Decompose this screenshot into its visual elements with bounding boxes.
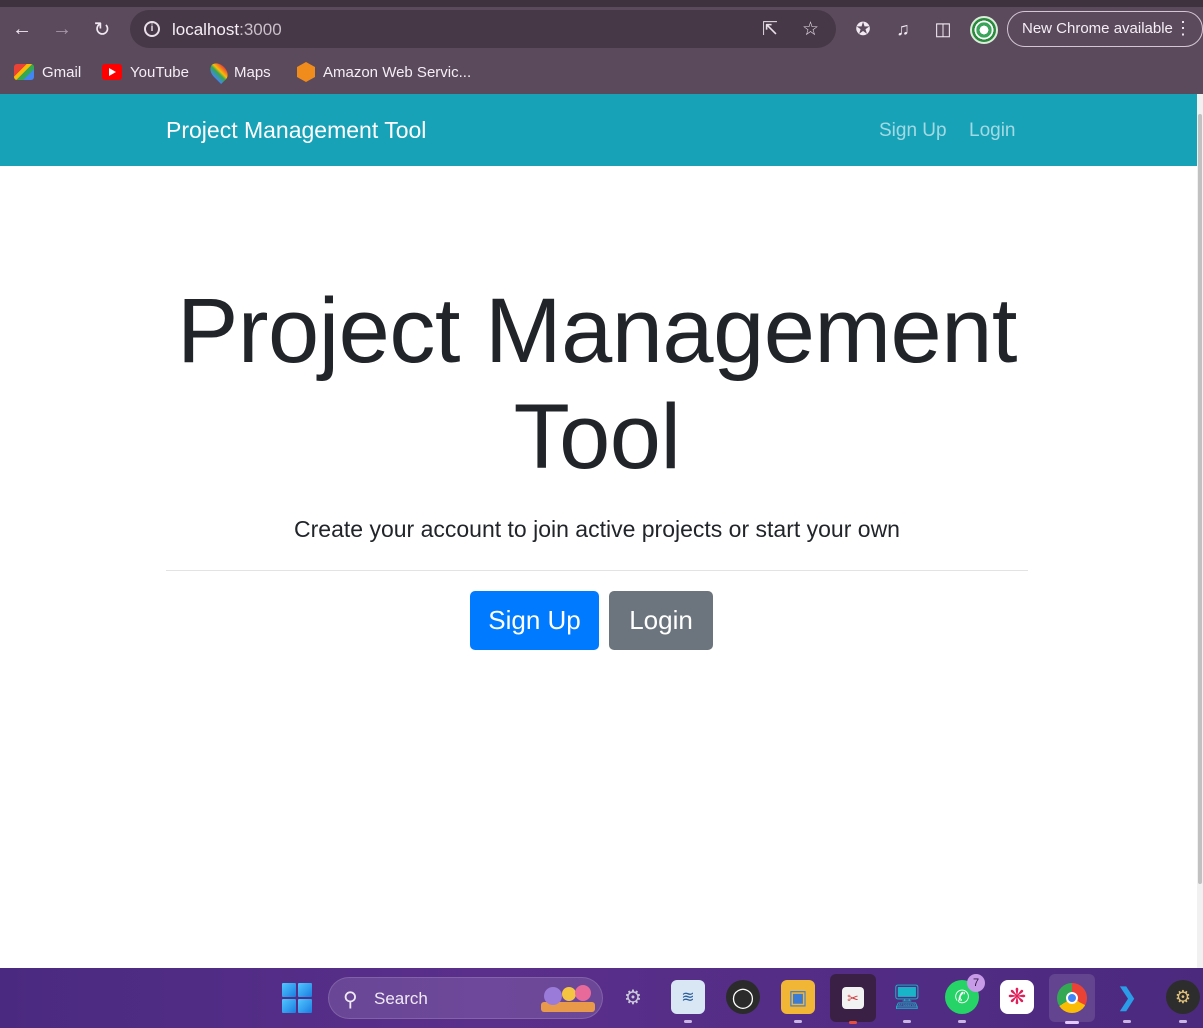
- remote-desktop-icon[interactable]: 🖥: [890, 980, 924, 1023]
- taskbar: ⚲ Search ⚙ ≋ ◯ ▣ ✂ 🖥 ✆ 7 ❋ ❯ ⚙: [0, 968, 1203, 1028]
- settings-icon[interactable]: ⚙: [616, 980, 650, 1014]
- page-viewport: Project Management Tool Sign Up Login Pr…: [0, 94, 1203, 968]
- hero-title-line-1: Project Management: [177, 280, 1017, 382]
- start-icon[interactable]: [282, 983, 312, 1013]
- page-scrollbar[interactable]: [1197, 94, 1203, 968]
- login-button[interactable]: Login: [609, 591, 713, 650]
- bookmark-aws[interactable]: Amazon Web Servic...: [297, 61, 471, 83]
- tab-strip: [0, 0, 1203, 7]
- whatsapp-icon[interactable]: ✆ 7: [945, 974, 985, 1023]
- hero-title: Project Management Tool: [166, 278, 1028, 490]
- hero-title-line-2: Tool: [513, 386, 681, 488]
- bookmarks-bar: Gmail YouTube Maps Amazon Web Servic...: [0, 55, 1203, 89]
- running-indicator: [903, 1020, 911, 1023]
- obs-icon[interactable]: ◯: [726, 980, 760, 1014]
- bookmark-label: Amazon Web Servic...: [323, 63, 472, 81]
- search-highlight-icon: [541, 985, 595, 1012]
- browser-toolbar: ← → ↻ i localhost:3000 ⇱ ☆ ✪ ♫ ◫ New Chr…: [0, 7, 1203, 51]
- running-indicator: [1179, 1020, 1187, 1023]
- youtube-icon: [102, 64, 122, 80]
- chrome-update-button[interactable]: New Chrome available ⋮: [1007, 11, 1203, 47]
- side-panel-icon[interactable]: ◫: [930, 16, 956, 42]
- navbar-brand[interactable]: Project Management Tool: [166, 117, 426, 144]
- signup-button[interactable]: Sign Up: [470, 591, 599, 650]
- bookmark-maps[interactable]: Maps: [206, 59, 271, 85]
- performance-monitor-icon[interactable]: ≋: [671, 980, 705, 1023]
- back-icon[interactable]: ←: [8, 15, 36, 43]
- aws-icon: [297, 62, 315, 82]
- hero-lead: Create your account to join active proje…: [294, 516, 900, 542]
- vscode-icon[interactable]: ❯: [1110, 980, 1144, 1023]
- running-indicator: [1123, 1020, 1131, 1023]
- reload-icon[interactable]: ↻: [88, 15, 116, 43]
- scrollbar-thumb[interactable]: [1198, 114, 1202, 884]
- media-queue-icon[interactable]: ♫: [890, 16, 916, 42]
- extra-app-icon[interactable]: ⚙: [1166, 980, 1200, 1023]
- site-info-icon[interactable]: i: [144, 21, 160, 37]
- nav-login-link[interactable]: Login: [969, 120, 1016, 142]
- divider: [166, 570, 1028, 571]
- url-text[interactable]: localhost:3000: [172, 20, 282, 40]
- forward-icon[interactable]: →: [48, 15, 76, 43]
- profile-avatar[interactable]: [970, 16, 998, 44]
- bookmark-youtube[interactable]: YouTube: [102, 61, 189, 83]
- taskbar-search-label: Search: [374, 989, 428, 1008]
- running-indicator: [849, 1021, 857, 1024]
- bookmark-label: YouTube: [130, 63, 189, 81]
- url-port: :3000: [239, 20, 282, 39]
- notification-badge: 7: [967, 974, 985, 992]
- nav-signup-link[interactable]: Sign Up: [879, 120, 947, 142]
- maps-icon: [206, 59, 232, 85]
- running-indicator: [958, 1020, 966, 1023]
- more-menu-icon[interactable]: ⋮: [1174, 12, 1192, 45]
- url-host: localhost: [172, 20, 240, 39]
- update-label: New Chrome available: [1022, 20, 1173, 37]
- running-indicator: [794, 1020, 802, 1023]
- file-explorer-icon[interactable]: ▣: [781, 980, 815, 1023]
- address-bar[interactable]: i localhost:3000 ⇱ ☆: [130, 10, 836, 48]
- taskbar-search[interactable]: ⚲ Search: [328, 977, 603, 1019]
- search-icon: ⚲: [343, 989, 358, 1011]
- app-navbar: Project Management Tool Sign Up Login: [0, 94, 1197, 166]
- running-indicator: [684, 1020, 692, 1023]
- bookmark-label: Gmail: [42, 63, 82, 81]
- bookmark-gmail[interactable]: Gmail: [14, 61, 81, 83]
- bookmark-star-icon[interactable]: ☆: [802, 18, 819, 41]
- chrome-icon[interactable]: [1049, 974, 1095, 1024]
- slack-icon[interactable]: ❋: [1000, 980, 1034, 1014]
- running-indicator: [1065, 1021, 1079, 1024]
- browser-chrome: ← → ↻ i localhost:3000 ⇱ ☆ ✪ ♫ ◫ New Chr…: [0, 0, 1203, 94]
- share-icon[interactable]: ⇱: [762, 18, 778, 41]
- gmail-icon: [14, 64, 34, 80]
- snipping-tool-icon[interactable]: ✂: [830, 974, 876, 1024]
- extensions-icon[interactable]: ✪: [850, 16, 876, 42]
- bookmark-label: Maps: [234, 63, 271, 81]
